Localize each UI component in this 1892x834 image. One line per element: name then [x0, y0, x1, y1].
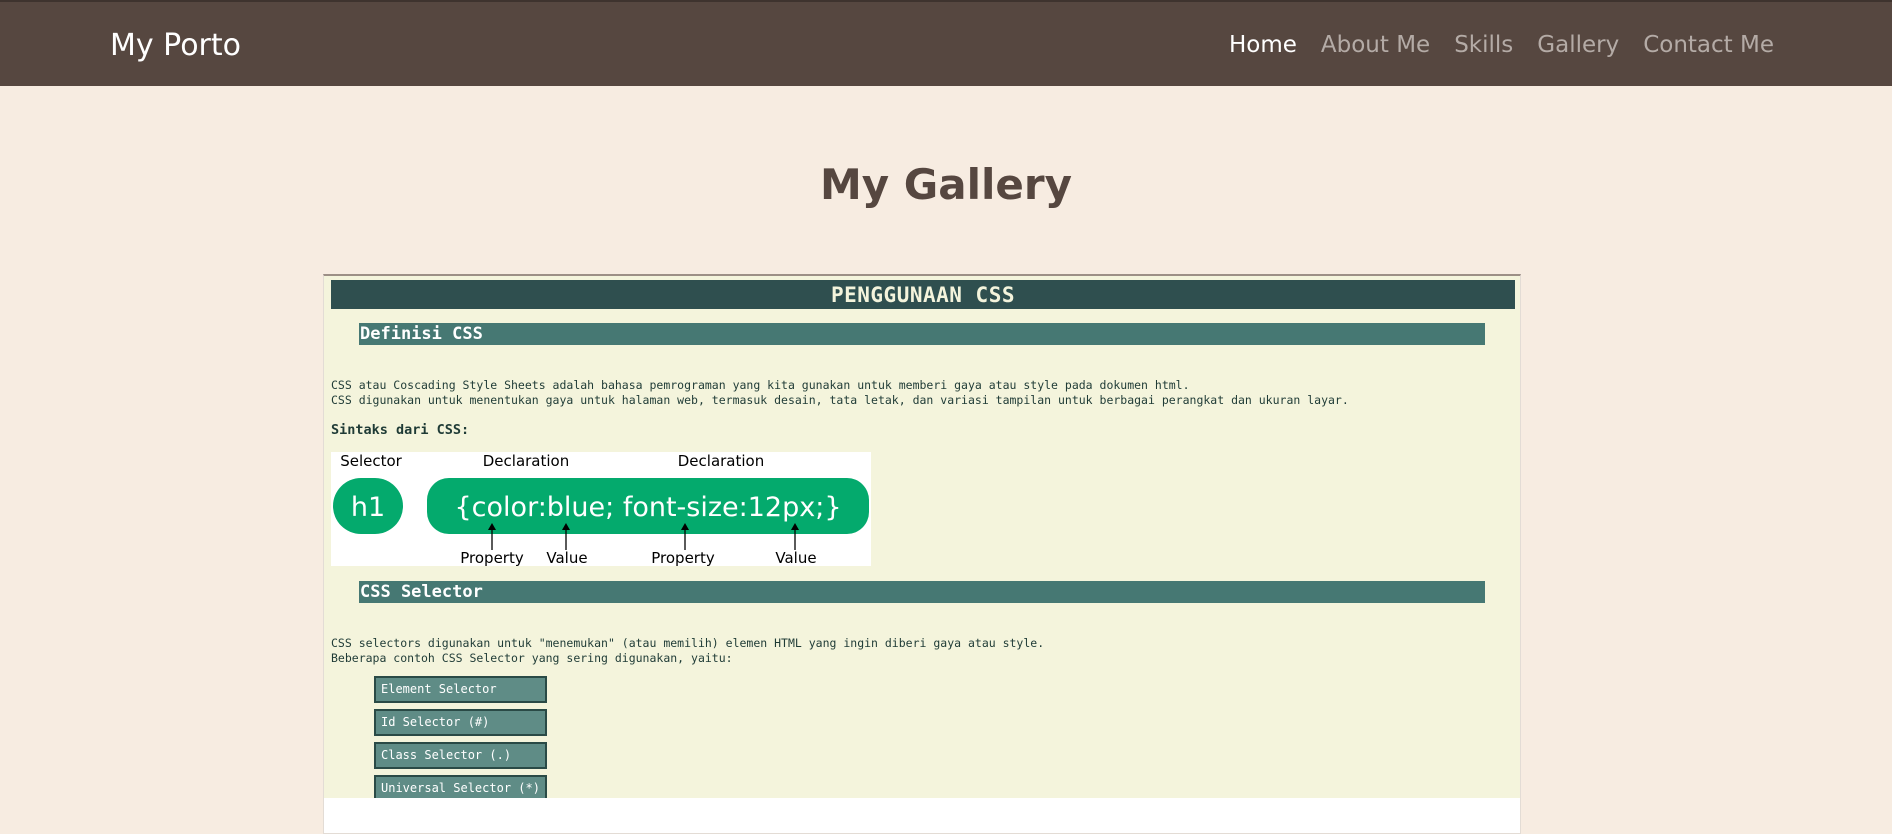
nav-link-skills[interactable]: Skills	[1454, 32, 1513, 58]
page-title: My Gallery	[820, 160, 1072, 209]
brand-logo[interactable]: My Porto	[110, 28, 241, 63]
selector-line-2: Beberapa contoh CSS Selector yang sering…	[331, 650, 733, 665]
definition-paragraph: CSS atau Coscading Style Sheets adalah b…	[331, 378, 1349, 407]
iframe-content: PENGGUNAAN CSS Definisi CSS CSS atau Cos…	[324, 276, 1520, 798]
diagram-property-label-1: Property	[460, 549, 524, 566]
gallery-iframe[interactable]: PENGGUNAAN CSS Definisi CSS CSS atau Cos…	[323, 274, 1521, 834]
definition-line-1: CSS atau Coscading Style Sheets adalah b…	[331, 378, 1190, 392]
selector-item-universal[interactable]: Universal Selector (*)	[374, 775, 547, 798]
nav-link-gallery[interactable]: Gallery	[1537, 32, 1619, 58]
nav-links: Home About Me Skills Gallery Contact Me	[1229, 32, 1774, 58]
selector-item-class[interactable]: Class Selector (.)	[374, 742, 547, 769]
diagram-value-label-1: Value	[546, 549, 587, 566]
nav-link-contact-me[interactable]: Contact Me	[1643, 32, 1774, 58]
diagram-declaration-label-1: Declaration	[483, 452, 569, 470]
selector-item-element[interactable]: Element Selector	[374, 676, 547, 703]
css-syntax-diagram: Selector Declaration Declaration h1 {col…	[331, 452, 871, 567]
doc-header: PENGGUNAAN CSS	[331, 280, 1515, 309]
diagram-property-label-2: Property	[651, 549, 715, 566]
diagram-value-label-2: Value	[775, 549, 816, 566]
selector-line-1: CSS selectors digunakan untuk "menemukan…	[331, 636, 1045, 650]
definition-line-2: CSS digunakan untuk menentukan gaya untu…	[331, 392, 1349, 407]
diagram-selector-label: Selector	[340, 452, 402, 470]
diagram-declaration-text: {color:blue; font-size:12px;}	[455, 492, 842, 523]
section-title-definisi: Definisi CSS	[359, 323, 1485, 345]
selector-paragraph: CSS selectors digunakan untuk "menemukan…	[331, 636, 1044, 665]
diagram-selector-text: h1	[351, 492, 385, 523]
navbar: My Porto Home About Me Skills Gallery Co…	[0, 0, 1892, 86]
nav-link-about-me[interactable]: About Me	[1321, 32, 1430, 58]
nav-link-home[interactable]: Home	[1229, 32, 1297, 58]
syntax-title: Sintaks dari CSS:	[331, 422, 470, 438]
diagram-declaration-label-2: Declaration	[678, 452, 764, 470]
selector-item-id[interactable]: Id Selector (#)	[374, 709, 547, 736]
section-title-selector: CSS Selector	[359, 581, 1485, 603]
